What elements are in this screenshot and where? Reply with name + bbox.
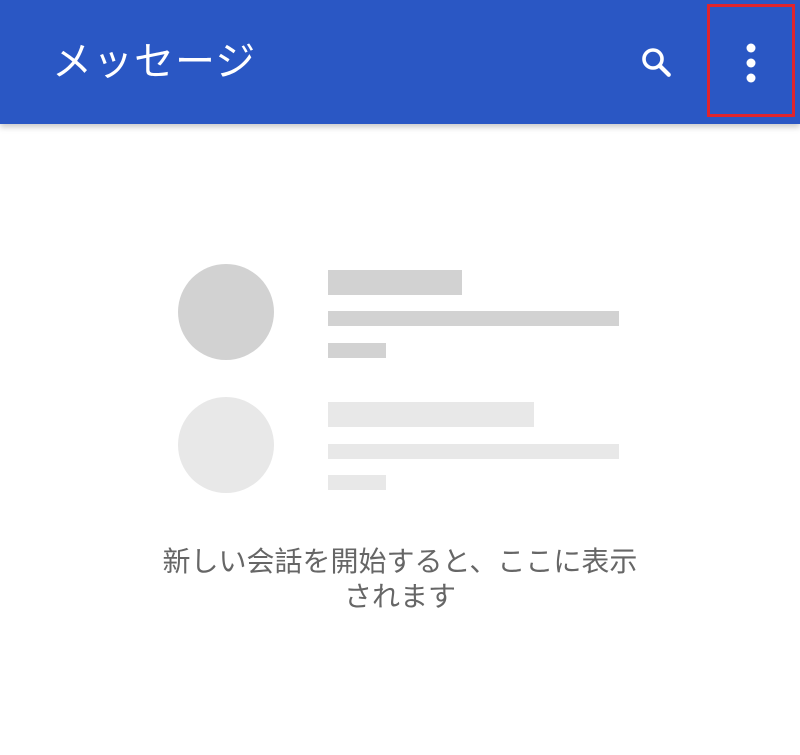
empty-state-message-line: 新しい会話を開始すると、ここに表示: [162, 545, 638, 578]
placeholder-title-bar: [328, 270, 462, 295]
app-bar: メッセージ: [0, 0, 800, 124]
more-vertical-icon: [746, 43, 756, 83]
placeholder-conversation-item: [0, 264, 800, 364]
placeholder-meta-bar: [328, 343, 386, 358]
placeholder-avatar: [178, 397, 274, 493]
empty-state-message: 新しい会話を開始すると、ここに表示 されます: [100, 544, 700, 614]
placeholder-avatar: [178, 264, 274, 360]
placeholder-text-bar: [328, 444, 619, 459]
search-icon: [642, 48, 671, 77]
search-button[interactable]: [626, 38, 686, 86]
app-title: メッセージ: [52, 39, 257, 85]
empty-state-message-line: されます: [343, 580, 456, 613]
placeholder-meta-bar: [328, 475, 386, 490]
placeholder-text-bar: [328, 311, 619, 326]
placeholder-conversation-item: [0, 396, 800, 496]
more-options-button[interactable]: [707, 4, 795, 117]
placeholder-title-bar: [328, 402, 534, 427]
